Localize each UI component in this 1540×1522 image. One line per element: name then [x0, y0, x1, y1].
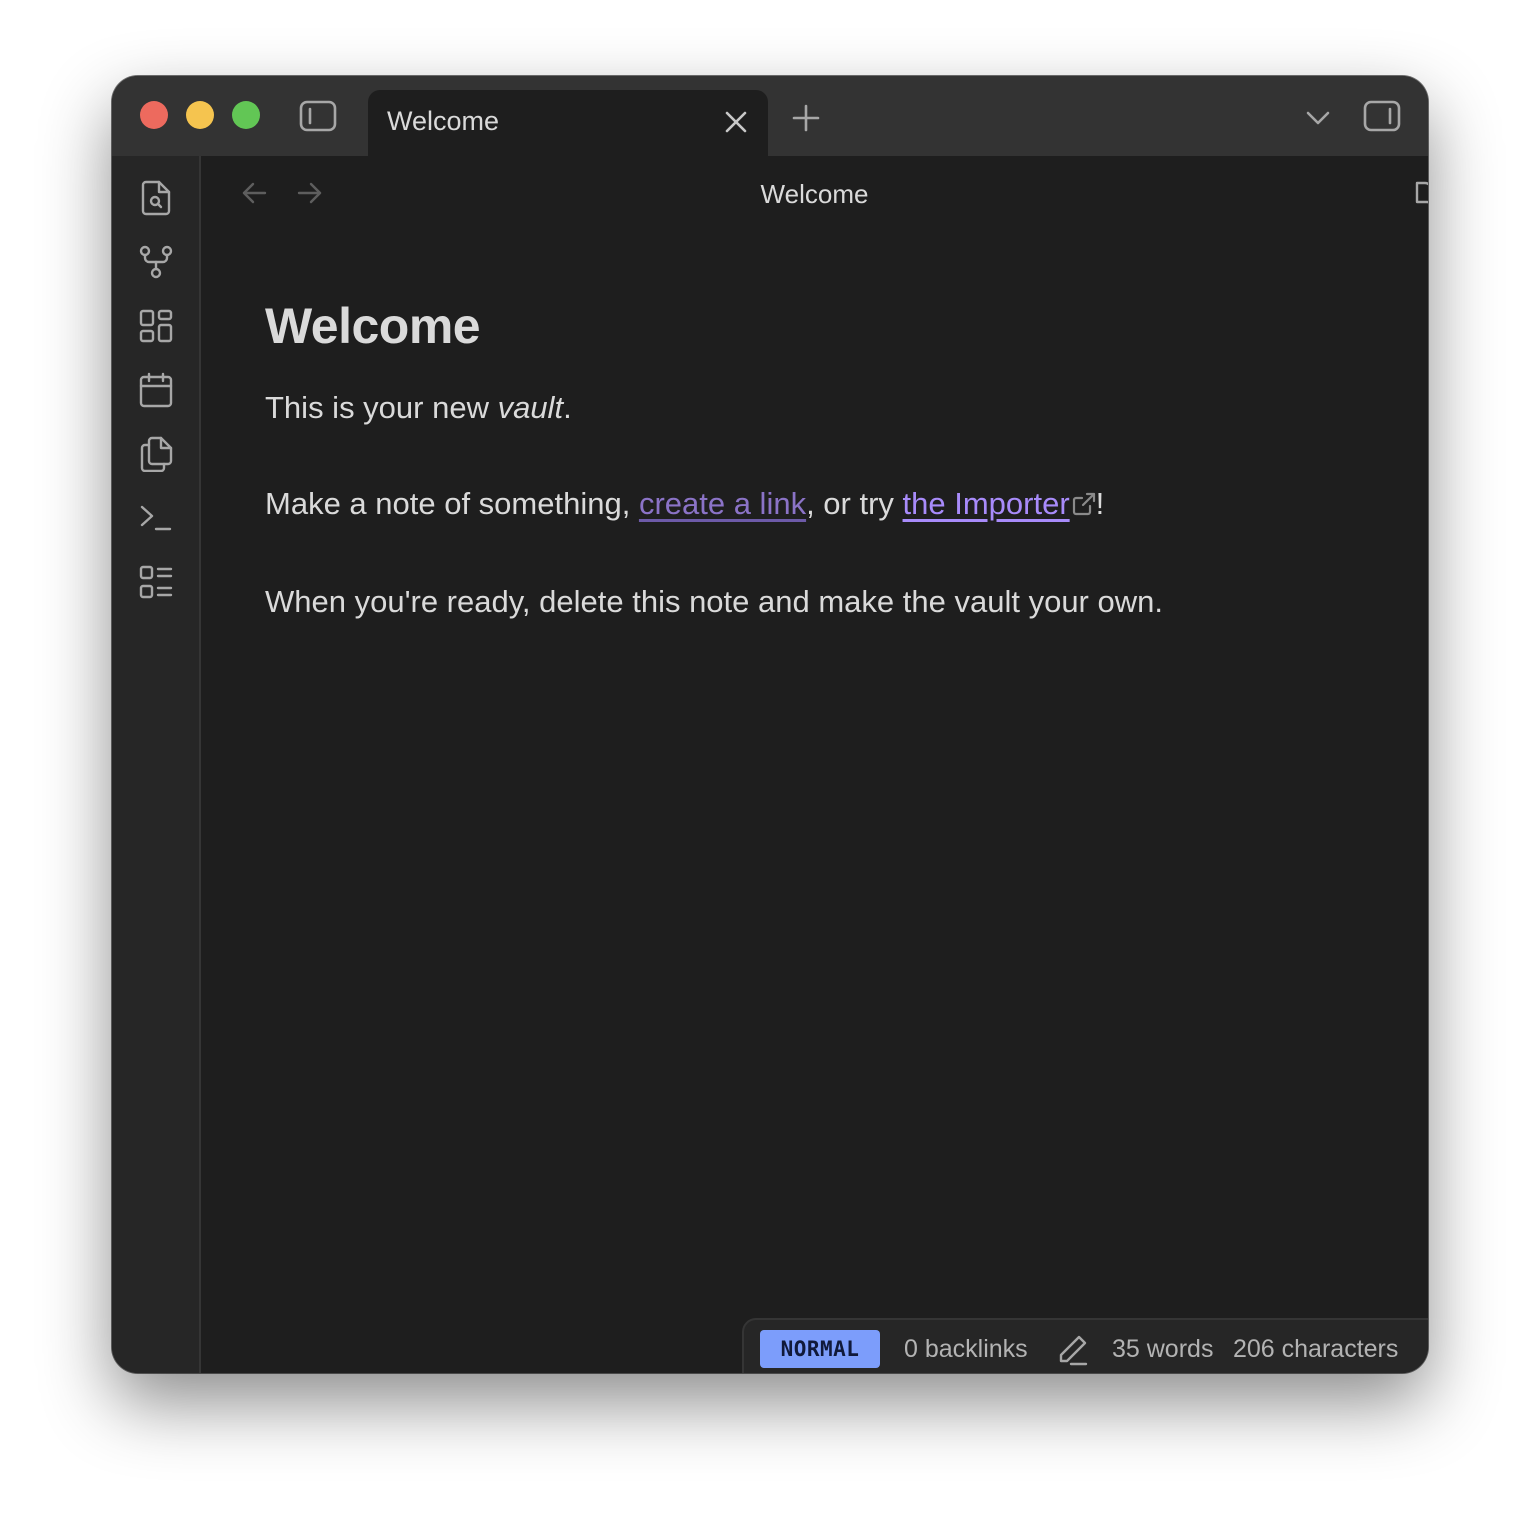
title-bar: Welcome — [112, 76, 1428, 156]
ribbon-templates-button[interactable] — [136, 434, 176, 474]
close-icon — [724, 110, 748, 134]
command-palette-icon — [139, 503, 173, 533]
close-window-button[interactable] — [140, 101, 168, 129]
sidebar-right-icon — [1363, 100, 1401, 132]
book-open-icon — [1415, 180, 1428, 208]
ribbon-bases-button[interactable] — [136, 562, 176, 602]
note-paragraph-3: When you're ready, delete this note and … — [265, 584, 1163, 619]
status-bar: NORMAL 0 backlinks 35 words 206 characte… — [742, 1318, 1428, 1373]
word-count: 35 words — [1112, 1335, 1214, 1363]
vim-mode-badge: NORMAL — [760, 1330, 880, 1368]
app-window: Welcome Welcome Welcome This is your new… — [112, 76, 1428, 1373]
tab-title: Welcome — [387, 106, 500, 136]
ribbon-quick-switcher-button[interactable] — [136, 178, 176, 218]
plus-icon — [792, 104, 820, 132]
chevron-down-icon — [1305, 110, 1331, 126]
ribbon-command-palette-button[interactable] — [136, 498, 176, 538]
right-sidebar-toggle-button[interactable] — [1360, 98, 1404, 134]
pencil-icon[interactable] — [1054, 1332, 1090, 1368]
note-content[interactable]: Welcome This is your new vault. Make a n… — [265, 296, 1365, 622]
graph-view-icon — [139, 245, 173, 279]
templates-icon — [139, 436, 173, 472]
backlinks-count[interactable]: 0 backlinks — [904, 1332, 1028, 1366]
sidebar-left-icon — [299, 100, 337, 132]
note-paragraph-1: This is your new vault. — [265, 388, 1365, 428]
tab-welcome[interactable]: Welcome — [368, 90, 768, 156]
p1-text: This is your new — [265, 390, 498, 425]
new-tab-button[interactable] — [786, 98, 826, 138]
left-sidebar-toggle-button[interactable] — [296, 98, 340, 134]
ribbon-graph-view-button[interactable] — [136, 242, 176, 282]
external-link-icon — [1072, 486, 1096, 526]
p1-emphasis: vault — [497, 390, 564, 425]
p1-text-end: . — [563, 390, 572, 425]
minimize-window-button[interactable] — [186, 101, 214, 129]
tab-close-button[interactable] — [718, 104, 754, 140]
p2-text-end: ! — [1095, 486, 1105, 521]
ribbon-canvas-button[interactable] — [136, 306, 176, 346]
p2-text-middle: , or try — [806, 486, 903, 521]
reading-view-button[interactable] — [1411, 174, 1428, 214]
view-header-title[interactable]: Welcome — [201, 178, 1428, 210]
external-link[interactable]: the Importer — [903, 486, 1070, 521]
zoom-window-button[interactable] — [232, 101, 260, 129]
bases-icon — [139, 565, 173, 599]
calendar-icon — [139, 372, 173, 408]
ribbon-daily-note-button[interactable] — [136, 370, 176, 410]
editor-pane: Welcome Welcome This is your new vault. … — [201, 156, 1428, 1373]
note-paragraph-2: Make a note of something, create a link,… — [265, 484, 1365, 526]
note-heading: Welcome — [265, 298, 481, 354]
left-ribbon — [112, 156, 201, 1373]
tab-list-button[interactable] — [1298, 100, 1338, 136]
internal-link[interactable]: create a link — [639, 486, 806, 521]
p2-text: Make a note of something, — [265, 486, 639, 521]
canvas-icon — [139, 309, 173, 343]
search-file-icon — [140, 180, 172, 216]
character-count: 206 characters — [1233, 1335, 1399, 1363]
